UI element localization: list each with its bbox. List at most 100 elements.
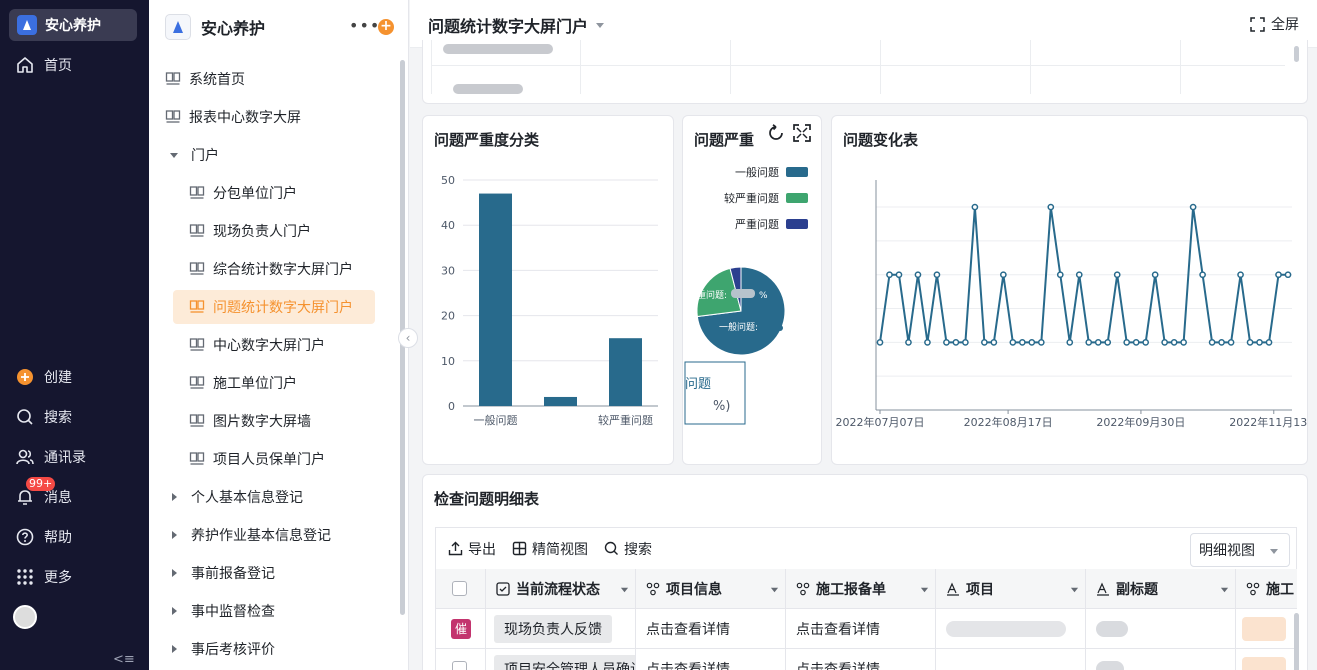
row-urge-cell: 催 [436, 609, 486, 649]
status-cell: 现场负责人反馈 [486, 609, 636, 649]
series-point [981, 339, 988, 346]
status-cell: 项目安全管理人员确认 [486, 649, 636, 670]
text-field-icon [947, 582, 959, 596]
detail-link[interactable]: 点击查看详情 [646, 659, 730, 670]
report-cell[interactable]: 点击查看详情 [786, 649, 936, 670]
column-header-subtitle[interactable]: 副标题 [1086, 569, 1236, 609]
x-tick-label: 2022年08月17日 [964, 415, 1053, 429]
column-menu-icon[interactable] [920, 585, 929, 594]
caret-right-icon [172, 607, 177, 615]
export-button[interactable]: 导出 [448, 539, 496, 559]
rail-item-home[interactable]: 首页 [16, 55, 72, 75]
table-toolbar: 导出 精简视图 搜索 明细视图 [435, 527, 1297, 569]
rail-item-search[interactable]: 搜索 [16, 407, 72, 427]
table-row[interactable]: 项目安全管理人员确认 点击查看详情 点击查看详情 [436, 649, 1297, 670]
series-point [933, 271, 941, 279]
column-label: 施工报备单 [816, 581, 886, 598]
series-point [1170, 339, 1178, 346]
rail-item-contacts[interactable]: 通讯录 [16, 447, 86, 467]
table-search-button[interactable]: 搜索 [604, 539, 652, 559]
rail-label: 首页 [44, 58, 72, 74]
nav-item-maintenance-info[interactable]: 养护作业基本信息登记 [169, 518, 395, 552]
nav-item-photo-wall[interactable]: 图片数字大屏墙 [189, 404, 395, 438]
add-icon[interactable]: + [378, 19, 394, 35]
fullscreen-button[interactable]: 全屏 [1250, 14, 1299, 34]
column-menu-icon[interactable] [1070, 585, 1079, 594]
detail-table-scrollbar[interactable] [1294, 613, 1299, 670]
nav-label: 事中监督检查 [191, 604, 275, 620]
detail-grid: 当前流程状态 项目信息 施工报备单 项目 副标题 施工 催 现场负责人反馈 点击… [435, 569, 1297, 670]
rail-item-create[interactable]: 创建 [16, 367, 72, 387]
column-header-report[interactable]: 施工报备单 [786, 569, 936, 609]
linked-record-chip[interactable] [1242, 656, 1286, 670]
view-mode-select[interactable]: 明细视图 [1190, 533, 1290, 567]
table-title: 检查问题明细表 [434, 490, 540, 508]
x-tick-label: 2022年11月13日 [1229, 415, 1307, 429]
column-menu-icon[interactable] [770, 585, 779, 594]
series-point [1009, 339, 1017, 346]
row-checkbox[interactable] [452, 661, 467, 670]
rail-item-more[interactable]: 更多 [16, 567, 72, 587]
nav-label: 事前报备登记 [191, 566, 275, 582]
nav-item-report-center[interactable]: 报表中心数字大屏 [165, 100, 395, 134]
legend-swatch [786, 193, 808, 203]
nav-item-issue-stats-portal[interactable]: 问题统计数字大屏门户 [173, 290, 375, 324]
linked-record-chip[interactable] [1242, 616, 1286, 641]
x-tick-label: 2022年07月07日 [836, 415, 925, 429]
pie-marker [777, 325, 783, 331]
compact-view-button[interactable]: 精简视图 [512, 539, 588, 559]
detail-link[interactable]: 点击查看详情 [796, 659, 880, 670]
navigation-panel: 安心养护 ••• + 系统首页 报表中心数字大屏 门户 分包单位门户 现场负责人… [149, 0, 409, 670]
nav-item-post-evaluation[interactable]: 事后考核评价 [169, 632, 395, 666]
select-all-checkbox[interactable] [452, 581, 467, 596]
nav-item-site-lead-portal[interactable]: 现场负责人门户 [189, 214, 395, 248]
column-header-project[interactable]: 项目 [936, 569, 1086, 609]
project-info-cell[interactable]: 点击查看详情 [636, 609, 786, 649]
status-tag: 现场负责人反馈 [494, 614, 612, 643]
nav-item-overview-portal[interactable]: 综合统计数字大屏门户 [189, 252, 395, 286]
column-menu-icon[interactable] [620, 585, 629, 594]
nav-label: 事后考核评价 [191, 642, 275, 658]
rail-label: 帮助 [44, 530, 72, 546]
column-header-construction[interactable]: 施工 [1236, 569, 1297, 609]
column-label: 项目 [966, 581, 994, 598]
nav-item-in-process-check[interactable]: 事中监督检查 [169, 594, 395, 628]
chevron-down-icon[interactable] [595, 20, 605, 30]
project-info-cell[interactable]: 点击查看详情 [636, 649, 786, 670]
nav-item-personal-info[interactable]: 个人基本信息登记 [169, 480, 395, 514]
nav-item-portal-group[interactable]: 门户 [169, 138, 395, 172]
series-point [1161, 339, 1169, 346]
user-avatar[interactable] [13, 605, 37, 629]
nav-item-subcontractor-portal[interactable]: 分包单位门户 [189, 176, 395, 210]
nav-item-construction-portal[interactable]: 施工单位门户 [189, 366, 395, 400]
nav-item-pre-report[interactable]: 事前报备登记 [169, 556, 395, 590]
urge-badge[interactable]: 催 [451, 618, 471, 639]
detail-link[interactable]: 点击查看详情 [796, 619, 880, 639]
bar [609, 338, 642, 406]
app-switcher[interactable]: 安心养护 [9, 9, 137, 41]
nav-item-insurance-portal[interactable]: 项目人员保单门户 [189, 442, 395, 476]
column-menu-icon[interactable] [1220, 585, 1229, 594]
column-header-project-info[interactable]: 项目信息 [636, 569, 786, 609]
app-logo-icon [165, 14, 191, 40]
nav-item-center-portal[interactable]: 中心数字大屏门户 [189, 328, 395, 362]
detail-link[interactable]: 点击查看详情 [646, 619, 730, 639]
rail-item-help[interactable]: 帮助 [16, 527, 72, 547]
report-cell[interactable]: 点击查看详情 [786, 609, 936, 649]
nav-item-system-home[interactable]: 系统首页 [165, 62, 395, 96]
collapse-nav-icon[interactable]: ‹ [398, 328, 418, 348]
table-row[interactable]: 催 现场负责人反馈 点击查看详情 点击查看详情 [436, 609, 1297, 649]
blurred-value [1096, 620, 1128, 637]
top-table-scrollbar[interactable] [1294, 46, 1299, 62]
nav-label: 报表中心数字大屏 [189, 110, 301, 126]
home-icon [17, 57, 33, 73]
y-tick-label: 40 [441, 219, 455, 232]
collapse-rail-icon[interactable]: <≡ [113, 652, 135, 667]
nav-header: 安心养护 [165, 14, 265, 40]
legend-label: 一般问题 [735, 166, 779, 179]
series-point [943, 339, 950, 346]
page-icon [189, 224, 205, 237]
checkbox-field-icon [496, 581, 510, 596]
more-options-icon[interactable]: ••• [349, 16, 380, 35]
column-header-status[interactable]: 当前流程状态 [486, 569, 636, 609]
